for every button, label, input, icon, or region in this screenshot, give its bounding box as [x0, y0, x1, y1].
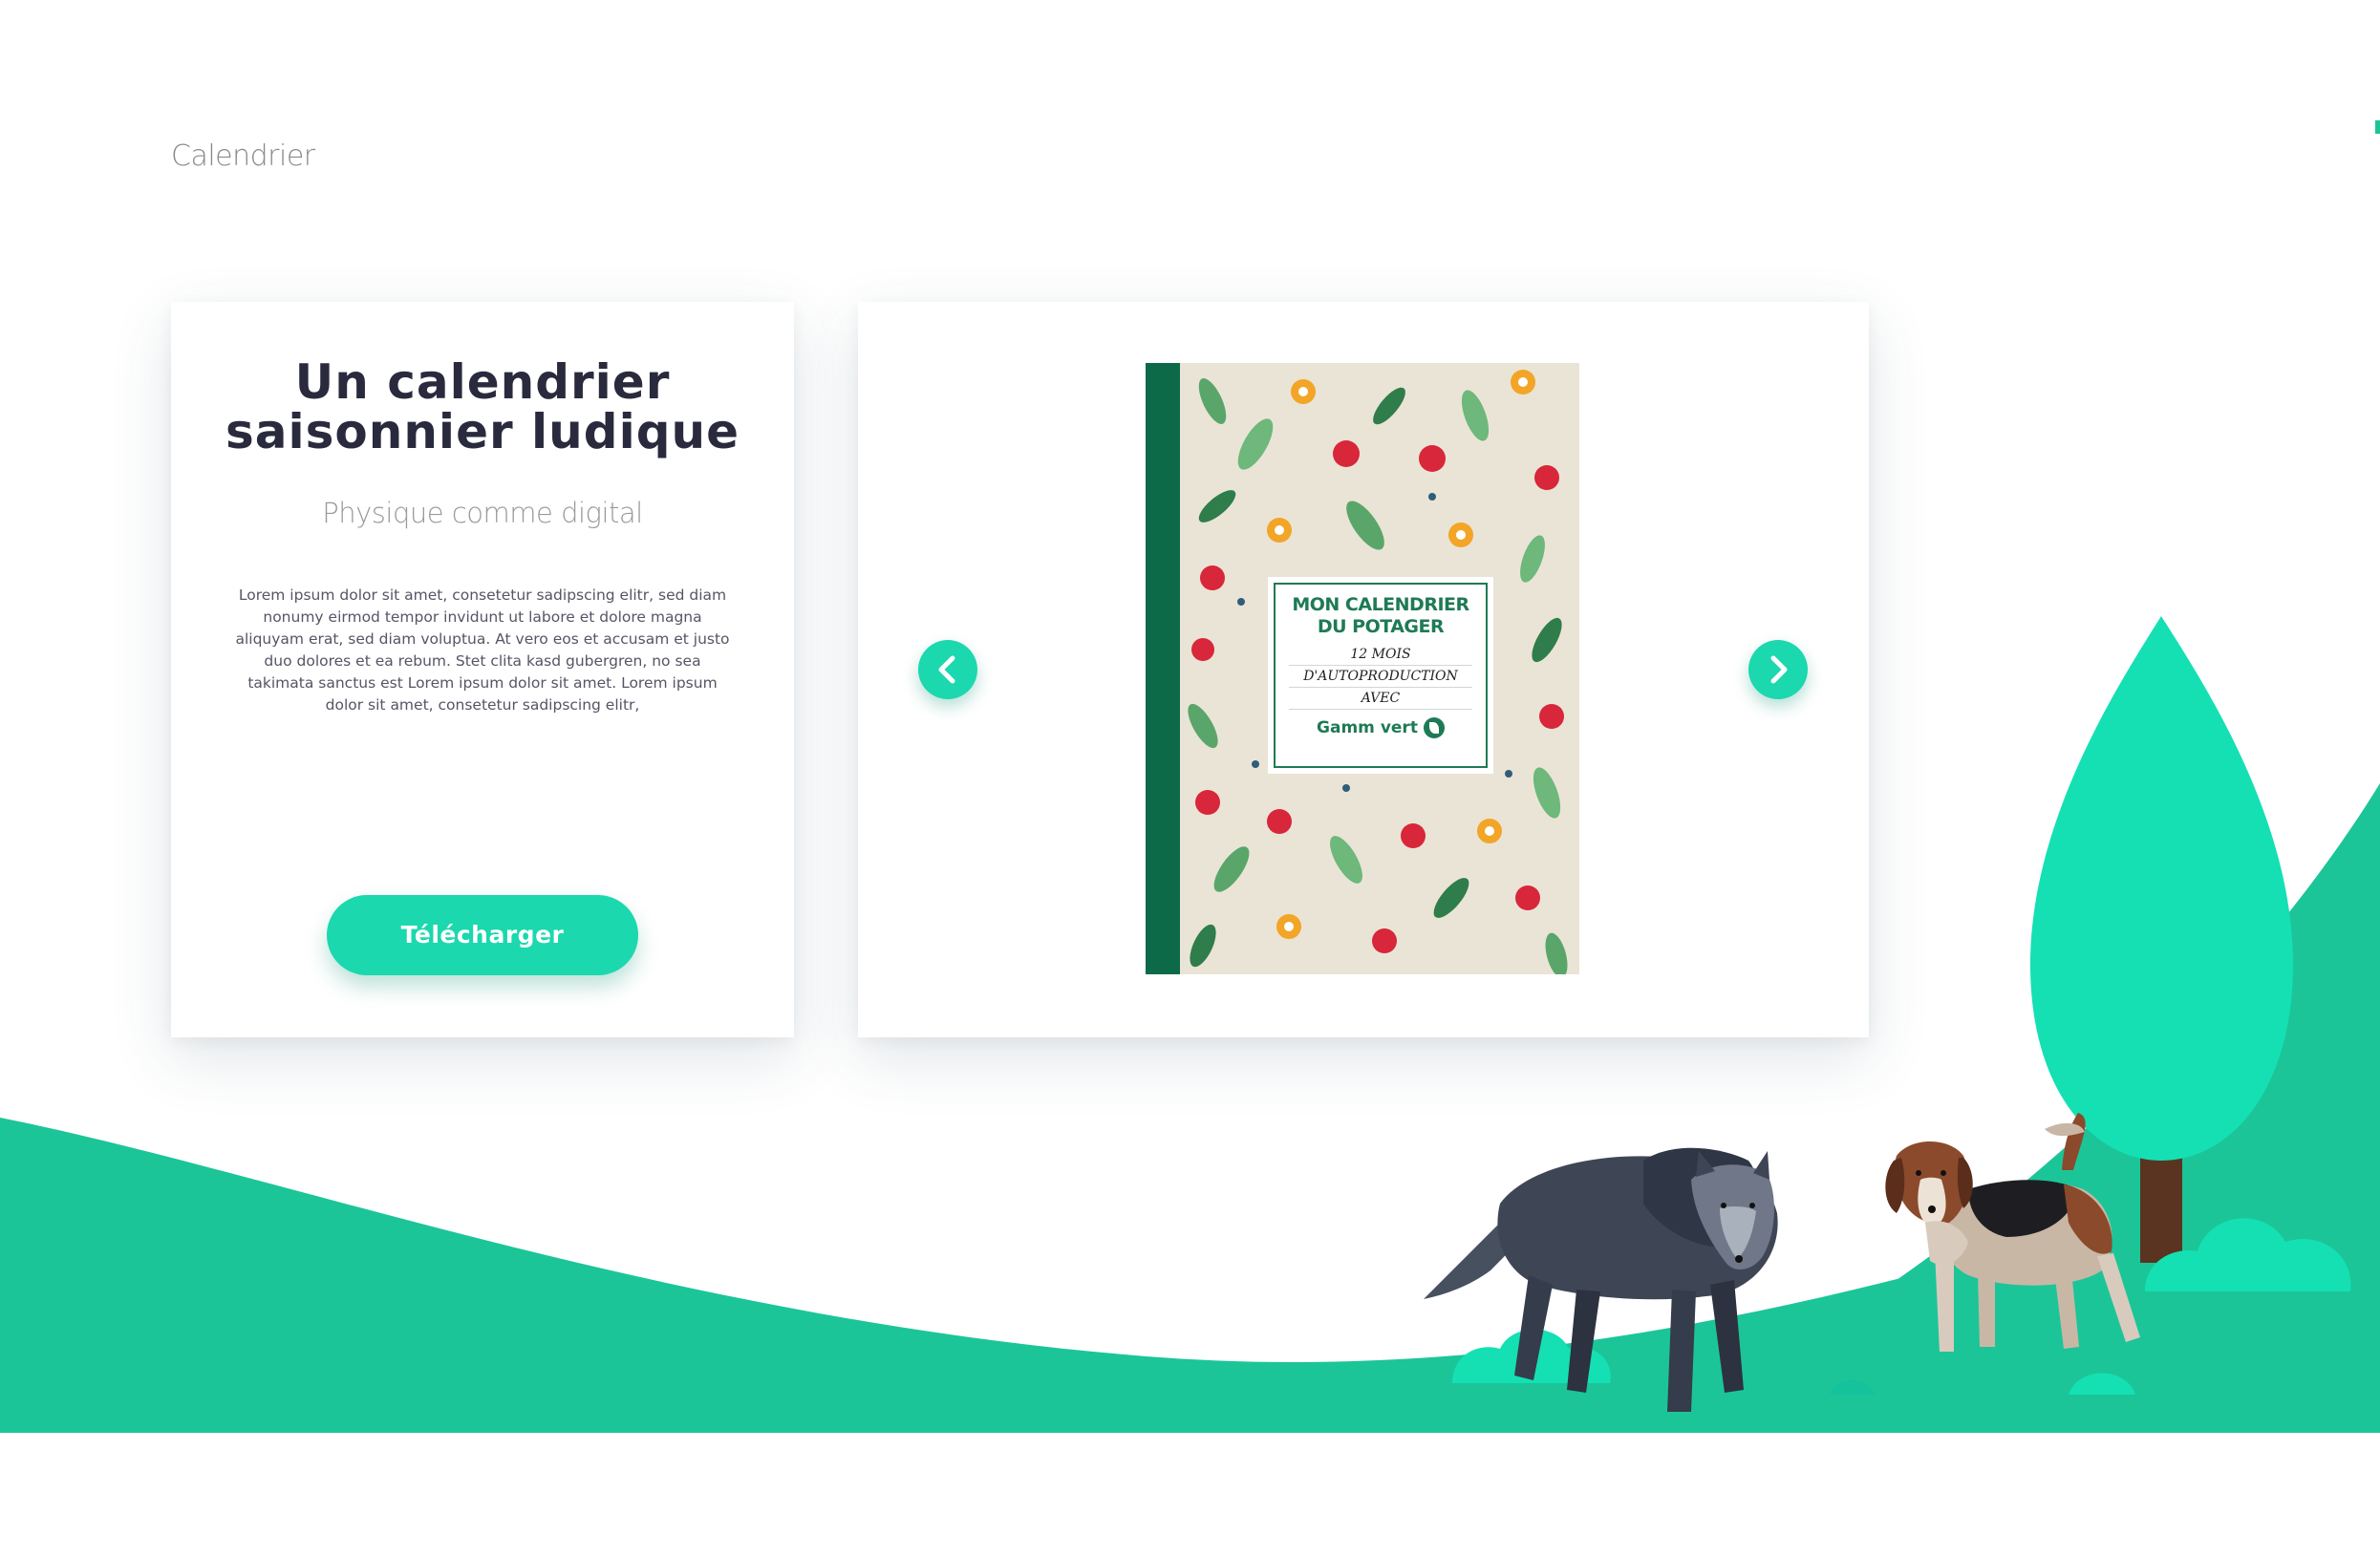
book-subtitle-line-1: 12 MOIS — [1289, 644, 1472, 666]
calendar-book-cover: MON CALENDRIER DU POTAGER 12 MOIS D'AUTO… — [1146, 363, 1579, 974]
card-title: Un calendrier saisonnier ludique — [225, 354, 740, 459]
book-subtitle-line-2: D'AUTOPRODUCTION — [1289, 666, 1472, 688]
chevron-left-icon — [938, 655, 955, 684]
book-title-label: MON CALENDRIER DU POTAGER 12 MOIS D'AUTO… — [1274, 583, 1488, 768]
book-subtitle: 12 MOIS D'AUTOPRODUCTION AVEC — [1289, 644, 1472, 710]
brand-logo-icon — [1423, 717, 1445, 738]
carousel-next-button[interactable] — [1748, 640, 1808, 699]
page: Calendrier Un calendrier saisonnier ludi… — [0, 0, 2380, 1557]
chevron-right-icon — [1770, 655, 1788, 684]
book-brand-name: Gamm vert — [1317, 718, 1418, 737]
book-brand: Gamm vert — [1276, 717, 1486, 738]
info-card: Un calendrier saisonnier ludique Physiqu… — [171, 302, 794, 1037]
carousel-prev-button[interactable] — [918, 640, 977, 699]
book-title-line-2: DU POTAGER — [1317, 616, 1445, 637]
carousel-card: MON CALENDRIER DU POTAGER 12 MOIS D'AUTO… — [858, 302, 1869, 1037]
breadcrumb[interactable]: Calendrier — [171, 139, 315, 173]
card-body-text: Lorem ipsum dolor sit amet, consetetur s… — [235, 587, 730, 714]
book-subtitle-line-3: AVEC — [1289, 688, 1472, 710]
book-title: MON CALENDRIER DU POTAGER — [1276, 594, 1486, 638]
book-title-line-1: MON CALENDRIER — [1292, 594, 1469, 615]
card-subtitle: Physique comme digital — [322, 497, 643, 529]
download-button[interactable]: Télécharger — [327, 895, 638, 975]
